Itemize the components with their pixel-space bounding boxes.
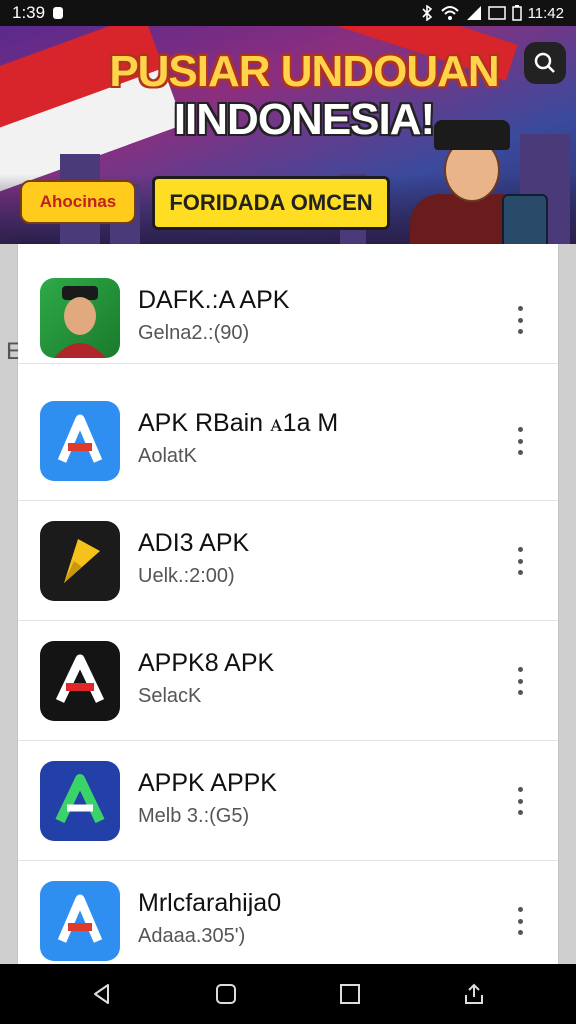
signal-icon — [466, 6, 481, 20]
app-title: DAFK.:A APK — [138, 286, 290, 314]
app-subtitle: AolatK — [138, 445, 197, 467]
bluetooth-icon — [421, 5, 432, 21]
list-item[interactable]: Mrlcfarahija0 Adaaa.305') — [18, 861, 558, 964]
list-item[interactable]: APK RBain ꭺ1a M AolatK — [18, 381, 558, 501]
share-button[interactable] — [454, 974, 494, 1014]
wifi-icon — [440, 6, 459, 20]
app-subtitle: Uelk.:2:00) — [138, 565, 235, 587]
app-title: APK RBain ꭺ1a M — [138, 409, 339, 437]
more-options-button[interactable] — [514, 667, 526, 695]
app-title: APPK8 APK — [138, 649, 275, 677]
blue-a-logo-icon — [40, 881, 120, 961]
data-icon — [487, 6, 506, 20]
search-button[interactable] — [524, 42, 566, 84]
recents-icon — [340, 984, 360, 1004]
battery-icon — [511, 5, 522, 21]
app-subtitle: SelacK — [138, 685, 202, 707]
yellow-p-logo-icon — [40, 521, 120, 601]
list-item[interactable]: DAFK.:A APK Gelna2.:(90) — [18, 244, 558, 364]
more-options-button[interactable] — [514, 787, 526, 815]
lock-icon — [53, 7, 64, 19]
recents-button[interactable] — [330, 974, 370, 1014]
status-time: 1:39 — [12, 3, 46, 22]
app-title: Mrlcfarahija0 — [138, 889, 282, 917]
app-subtitle: Gelna2.:(90) — [138, 322, 250, 344]
more-options-button[interactable] — [514, 547, 526, 575]
banner-title-line1: PUSIAR UNDOUAN — [109, 47, 499, 96]
share-icon — [465, 983, 483, 1004]
app-title: ADI3 APK — [138, 529, 250, 557]
banner-cta-button[interactable]: FORIDADA OMCEN — [152, 176, 390, 230]
promo-banner[interactable]: PUSIAR UNDOUAN IINDONESIA! Ahocinas FORI… — [0, 26, 576, 244]
list-item[interactable]: APPK8 APK SelacK — [18, 621, 558, 741]
blue-a-logo-icon — [40, 401, 120, 481]
app-subtitle: Melb 3.:(G5) — [138, 805, 250, 827]
phone-prop — [502, 194, 548, 244]
app-subtitle: Adaaa.305') — [138, 925, 246, 947]
app-list-sheet: DAFK.:A APK Gelna2.:(90) APK RBain ꭺ1a M… — [18, 244, 558, 964]
more-options-button[interactable] — [514, 907, 526, 935]
list-item[interactable]: ADI3 APK Uelk.:2:00) — [18, 501, 558, 621]
more-options-button[interactable] — [514, 427, 526, 455]
home-button[interactable] — [206, 974, 246, 1014]
black-a-logo-icon — [40, 641, 120, 721]
green-a-logo-icon — [40, 761, 120, 841]
mascot-hat — [434, 120, 510, 150]
status-bar: 1:39 11:42 — [0, 0, 576, 26]
back-icon — [94, 984, 109, 1004]
back-button[interactable] — [82, 974, 122, 1014]
app-title: APPK APPK — [138, 769, 277, 797]
status-right-text: 11:42 — [527, 4, 564, 22]
system-nav-bar — [0, 964, 576, 1024]
list-item[interactable]: APPK APPK Melb 3.:(G5) — [18, 741, 558, 861]
banner-left-badge: Ahocinas — [20, 180, 136, 224]
search-icon — [534, 52, 555, 73]
more-options-button[interactable] — [514, 306, 526, 334]
person-avatar-icon — [40, 278, 120, 358]
home-icon — [216, 984, 236, 1004]
